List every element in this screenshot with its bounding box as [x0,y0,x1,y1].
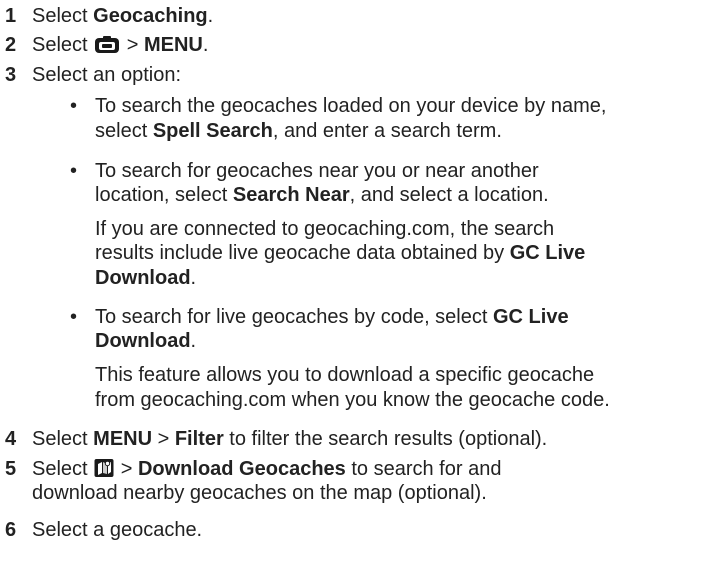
gc-live-label: GC Live [493,306,569,328]
step-1-text: Select Geocaching. [32,5,214,27]
geocache-menu-icon [94,36,120,60]
menu-label: MENU [93,428,153,450]
option-2-line-1: To search for geocaches near you or near… [95,160,539,182]
gc-live-label: GC Live [509,242,586,264]
option-2-note-line-1: If you are connected to geocaching.com, … [95,218,555,240]
step-number: 1 [5,5,17,27]
step-3-text: Select an option: [32,64,181,86]
geocaching-label: Geocaching [93,5,208,27]
bullet: • [70,306,78,328]
filter-label: Filter [174,428,224,450]
bullet: • [70,95,78,117]
step-number: 4 [5,428,17,450]
option-3-line-2: Download. [95,330,197,352]
download-geocaches-label: Download Geocaches [137,458,346,480]
search-near-label: Search Near [232,184,350,206]
option-3-note-line-2: from geocaching.com when you know the ge… [95,389,610,411]
download-label: Download [95,330,191,352]
option-2-line-2: location, select Search Near, and select… [95,184,549,206]
step-5-line-2: download nearby geocaches on the map (op… [32,482,487,504]
step-number: 3 [5,64,17,86]
step-number: 6 [5,519,17,541]
step-6-text: Select a geocache. [32,519,203,541]
option-2-note-line-2: results include live geocache data obtai… [95,242,586,264]
step-5-text: Select > Download Geocaches to search fo… [32,457,501,484]
bullet: • [70,160,78,182]
step-4-text: Select MENU > Filter to filter the searc… [32,428,548,450]
menu-label: MENU [143,34,203,56]
option-1-line-2: select Spell Search, and enter a search … [95,120,502,142]
option-3-note-line-1: This feature allows you to download a sp… [95,364,595,386]
download-label: Download [95,267,191,289]
step-number: 2 [5,34,17,56]
instructions: 1 Select Geocaching. 2 Select > MENU. 3 … [0,0,708,568]
spell-search-label: Spell Search [152,120,273,142]
option-3-line-1: To search for live geocaches by code, se… [95,306,569,328]
step-number: 5 [5,458,17,480]
option-1-line-1: To search the geocaches loaded on your d… [95,95,607,117]
option-2-note-line-3: Download. [95,267,197,289]
step-2-text: Select > MENU. [32,33,208,60]
